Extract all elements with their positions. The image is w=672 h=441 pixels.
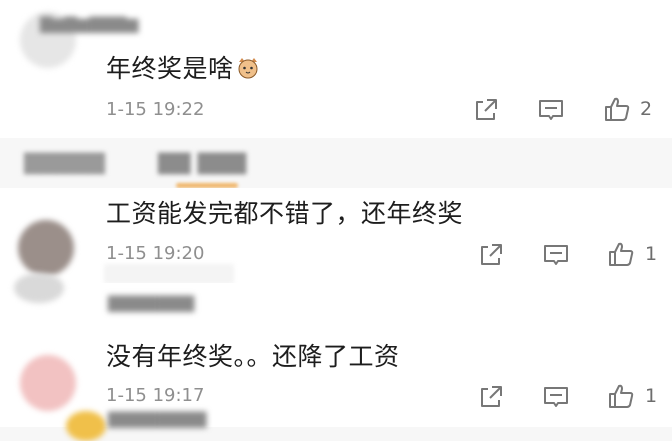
comment-time: 1-15 19:17 <box>106 385 205 406</box>
comment-icon <box>544 245 568 265</box>
share-button[interactable] <box>476 382 506 412</box>
avatar[interactable] <box>18 220 74 276</box>
comment-icon <box>544 387 568 407</box>
share-icon <box>481 244 502 265</box>
comment-icon <box>539 100 563 120</box>
thumbs-up-icon <box>605 97 630 121</box>
avatar[interactable] <box>66 411 106 441</box>
avatar[interactable] <box>20 355 76 411</box>
like-count: 1 <box>645 385 658 407</box>
comment-card-1: ▇▆▇▆▇▇▇▆ 年终奖是啥 1-15 19:22 2 <box>0 0 672 138</box>
comment-text: 工资能发完都不错了，还年终奖 <box>106 199 464 228</box>
comment-header-bar: ▇▇▇▇▇ ▇▇ ▇▇▇ <box>0 138 672 188</box>
share-icon <box>481 386 502 407</box>
share-button[interactable] <box>476 240 506 270</box>
comment-card-3: 没有年终奖。。还降了工资 1-15 19:17 1 ▇▇▇▇▇▇▇▇ <box>0 323 672 441</box>
like-button[interactable] <box>602 94 632 124</box>
thumbs-up-icon <box>609 384 634 408</box>
cat-emoji-icon <box>236 56 260 80</box>
comment-text: 年终奖是啥 <box>106 49 260 85</box>
comment-card-2: 工资能发完都不错了，还年终奖 1-15 19:20 1 <box>0 188 672 284</box>
share-icon <box>476 99 497 120</box>
blurred-reply-section: ▇▇▇▇▇▇▇ <box>0 273 672 323</box>
avatar[interactable] <box>14 273 64 303</box>
nested-reply-preview[interactable] <box>104 264 234 284</box>
comment-time: 1-15 19:22 <box>106 99 205 120</box>
blurred-reply-text[interactable]: ▇▇▇▇▇▇▇ <box>108 293 194 312</box>
share-button[interactable] <box>471 95 501 125</box>
reply-button[interactable] <box>541 240 571 270</box>
like-count: 1 <box>645 243 658 265</box>
blurred-tab-left[interactable]: ▇▇▇▇▇ <box>24 150 105 174</box>
reply-button[interactable] <box>541 382 571 412</box>
comment-text: 没有年终奖。。还降了工资 <box>106 342 400 371</box>
like-button[interactable] <box>606 239 636 269</box>
like-button[interactable] <box>606 381 636 411</box>
reply-button[interactable] <box>536 95 566 125</box>
blurred-tab-active[interactable]: ▇▇ ▇▇▇ <box>158 150 246 174</box>
comment-time: 1-15 19:20 <box>106 243 205 264</box>
blurred-username[interactable]: ▇▆▇▆▇▇▇▆ <box>40 14 138 33</box>
blurred-reply-text[interactable]: ▇▇▇▇▇▇▇▇ <box>108 409 206 428</box>
thumbs-up-icon <box>609 242 634 266</box>
like-count: 2 <box>640 98 653 120</box>
